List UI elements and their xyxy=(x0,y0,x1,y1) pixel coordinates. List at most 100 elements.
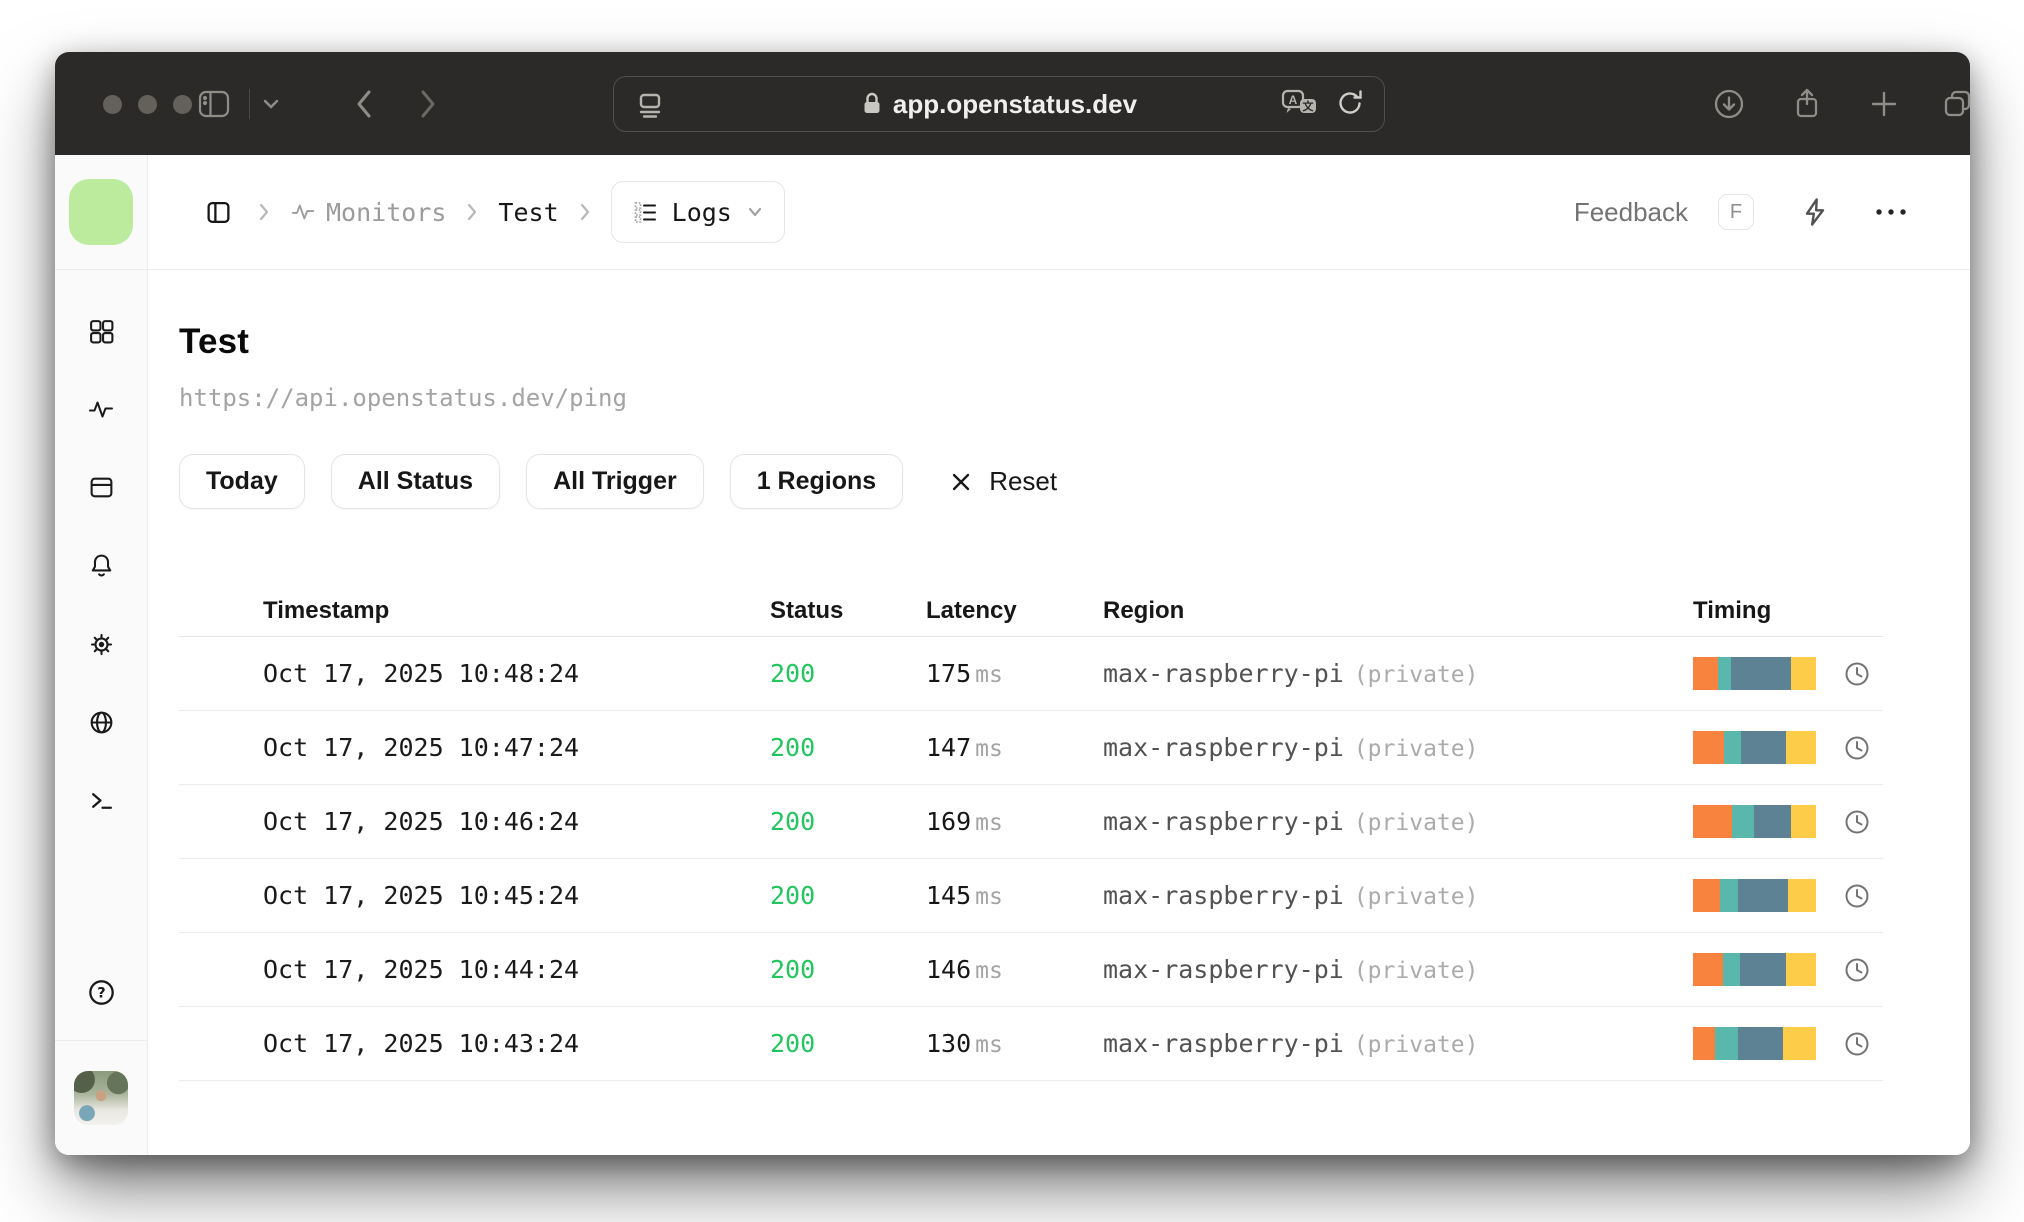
filter-trigger-button[interactable]: All Trigger xyxy=(526,454,704,509)
timing-waterfall-bar[interactable] xyxy=(1693,879,1816,912)
share-icon xyxy=(1796,88,1818,117)
timing-segment xyxy=(1693,879,1721,912)
clock-icon xyxy=(1843,956,1884,984)
chevron-down-icon xyxy=(263,99,279,109)
log-latency-value: 130 xyxy=(926,1029,972,1058)
clock-icon xyxy=(1843,882,1884,910)
log-region-note: (private) xyxy=(1353,884,1479,910)
timing-segment xyxy=(1693,805,1733,838)
breadcrumb-monitor-name[interactable]: Test xyxy=(498,198,558,227)
reload-icon[interactable] xyxy=(1336,87,1366,124)
svg-text:文: 文 xyxy=(1303,99,1315,113)
sidebar-item-cli[interactable] xyxy=(88,787,115,819)
tab-overview-button[interactable] xyxy=(1941,52,1975,155)
settings-gear-icon xyxy=(90,633,112,656)
timing-waterfall-bar[interactable] xyxy=(1693,731,1816,764)
titlebar-divider xyxy=(249,89,250,119)
monitor-url: https://api.openstatus.dev/ping xyxy=(179,384,627,412)
timing-waterfall-bar[interactable] xyxy=(1693,805,1816,838)
log-row[interactable]: Oct 17, 2025 10:45:24 200 145 ms max-rasp… xyxy=(179,859,1883,933)
close-window-icon[interactable] xyxy=(103,95,122,114)
view-selector-logs[interactable]: Logs xyxy=(610,181,785,243)
log-timestamp: Oct 17, 2025 10:47:24 xyxy=(263,733,580,762)
log-row[interactable]: Oct 17, 2025 10:48:24 200 175 ms max-rasp… xyxy=(179,637,1883,711)
filter-regions-button[interactable]: 1 Regions xyxy=(729,454,904,509)
sidebar-panel-icon xyxy=(198,90,230,117)
workspace-logo[interactable] xyxy=(69,179,133,245)
log-latency-value: 145 xyxy=(926,881,972,910)
filter-status-button[interactable]: All Status xyxy=(330,454,501,509)
sidebar-item-notifications[interactable] xyxy=(88,552,115,585)
log-row[interactable]: Oct 17, 2025 10:46:24 200 169 ms max-rasp… xyxy=(179,785,1883,859)
timing-segment xyxy=(1720,879,1739,912)
filter-date-button[interactable]: Today xyxy=(179,454,305,509)
sidebar-item-dashboard[interactable] xyxy=(88,318,115,350)
browser-sidebar-toggle[interactable] xyxy=(197,52,231,155)
column-region: Region xyxy=(1103,596,1185,624)
log-row[interactable]: Oct 17, 2025 10:44:24 200 146 ms max-rasp… xyxy=(179,933,1883,1007)
back-button[interactable] xyxy=(353,52,375,155)
timing-segment xyxy=(1791,805,1816,838)
bell-icon xyxy=(91,554,111,577)
breadcrumb-separator-icon xyxy=(577,201,593,223)
sidebar-rail: ? xyxy=(55,155,148,1155)
timing-segment xyxy=(1731,657,1792,690)
user-avatar[interactable] xyxy=(74,1071,128,1125)
sidebar-chevron-button[interactable] xyxy=(261,52,281,155)
breadcrumb-monitors[interactable]: Monitors xyxy=(290,198,446,227)
timing-waterfall-bar[interactable] xyxy=(1693,657,1816,690)
feedback-shortcut-badge: F xyxy=(1718,194,1754,230)
timing-waterfall-bar[interactable] xyxy=(1693,953,1816,986)
downloads-button[interactable] xyxy=(1713,52,1745,155)
timing-segment xyxy=(1740,731,1787,764)
log-region: max-raspberry-pi xyxy=(1103,1029,1344,1058)
lightning-bolt-icon xyxy=(1805,198,1825,226)
timing-segment xyxy=(1722,953,1740,986)
timing-waterfall-bar[interactable] xyxy=(1693,1027,1816,1060)
log-status-code: 200 xyxy=(770,659,816,688)
new-tab-button[interactable] xyxy=(1869,52,1899,155)
column-latency: Latency xyxy=(926,596,1017,624)
sidebar-item-status-pages[interactable] xyxy=(88,474,115,506)
list-icon xyxy=(634,202,656,223)
sidebar-item-regions[interactable] xyxy=(88,709,115,741)
log-region: max-raspberry-pi xyxy=(1103,659,1344,688)
traffic-lights[interactable] xyxy=(103,95,192,114)
log-timestamp: Oct 17, 2025 10:48:24 xyxy=(263,659,580,688)
logs-table-header: Timestamp Status Latency Region Timing xyxy=(179,585,1883,637)
quick-actions-button[interactable] xyxy=(1800,196,1830,228)
zoom-window-icon[interactable] xyxy=(173,95,192,114)
help-button[interactable]: ? xyxy=(87,978,116,1012)
translate-icon[interactable]: A 文 xyxy=(1280,87,1320,124)
timing-segment xyxy=(1739,953,1787,986)
feedback-button[interactable]: Feedback xyxy=(1574,197,1688,228)
reset-filters-button[interactable]: Reset xyxy=(949,466,1057,497)
sidebar-item-monitors[interactable] xyxy=(87,396,115,428)
log-latency-unit: ms xyxy=(975,662,1003,688)
timing-segment xyxy=(1791,657,1816,690)
timing-segment xyxy=(1782,1027,1816,1060)
breadcrumb-separator-icon xyxy=(464,201,480,223)
timing-segment xyxy=(1715,1027,1739,1060)
minimize-window-icon[interactable] xyxy=(138,95,157,114)
log-row[interactable]: Oct 17, 2025 10:43:24 200 130 ms max-rasp… xyxy=(179,1007,1883,1081)
more-options-button[interactable] xyxy=(1874,207,1908,217)
timing-segment xyxy=(1732,805,1755,838)
log-status-code: 200 xyxy=(770,1029,816,1058)
timing-segment xyxy=(1693,1027,1716,1060)
log-region: max-raspberry-pi xyxy=(1103,807,1344,836)
chevron-left-icon xyxy=(357,90,371,117)
log-latency-unit: ms xyxy=(975,958,1003,984)
log-region-note: (private) xyxy=(1353,810,1479,836)
forward-button[interactable] xyxy=(417,52,439,155)
filter-bar: Today All Status All Trigger 1 Regions R… xyxy=(179,454,1970,509)
app-sidebar-toggle[interactable] xyxy=(205,199,232,226)
address-bar[interactable]: app.openstatus.dev A 文 xyxy=(613,76,1385,132)
log-row[interactable]: Oct 17, 2025 10:47:24 200 147 ms max-rasp… xyxy=(179,711,1883,785)
log-region-note: (private) xyxy=(1353,1032,1479,1058)
share-button[interactable] xyxy=(1791,52,1823,155)
sidebar-item-settings[interactable] xyxy=(88,631,115,663)
log-latency-value: 175 xyxy=(926,659,972,688)
globe-icon xyxy=(90,711,112,734)
column-timestamp: Timestamp xyxy=(263,596,390,624)
